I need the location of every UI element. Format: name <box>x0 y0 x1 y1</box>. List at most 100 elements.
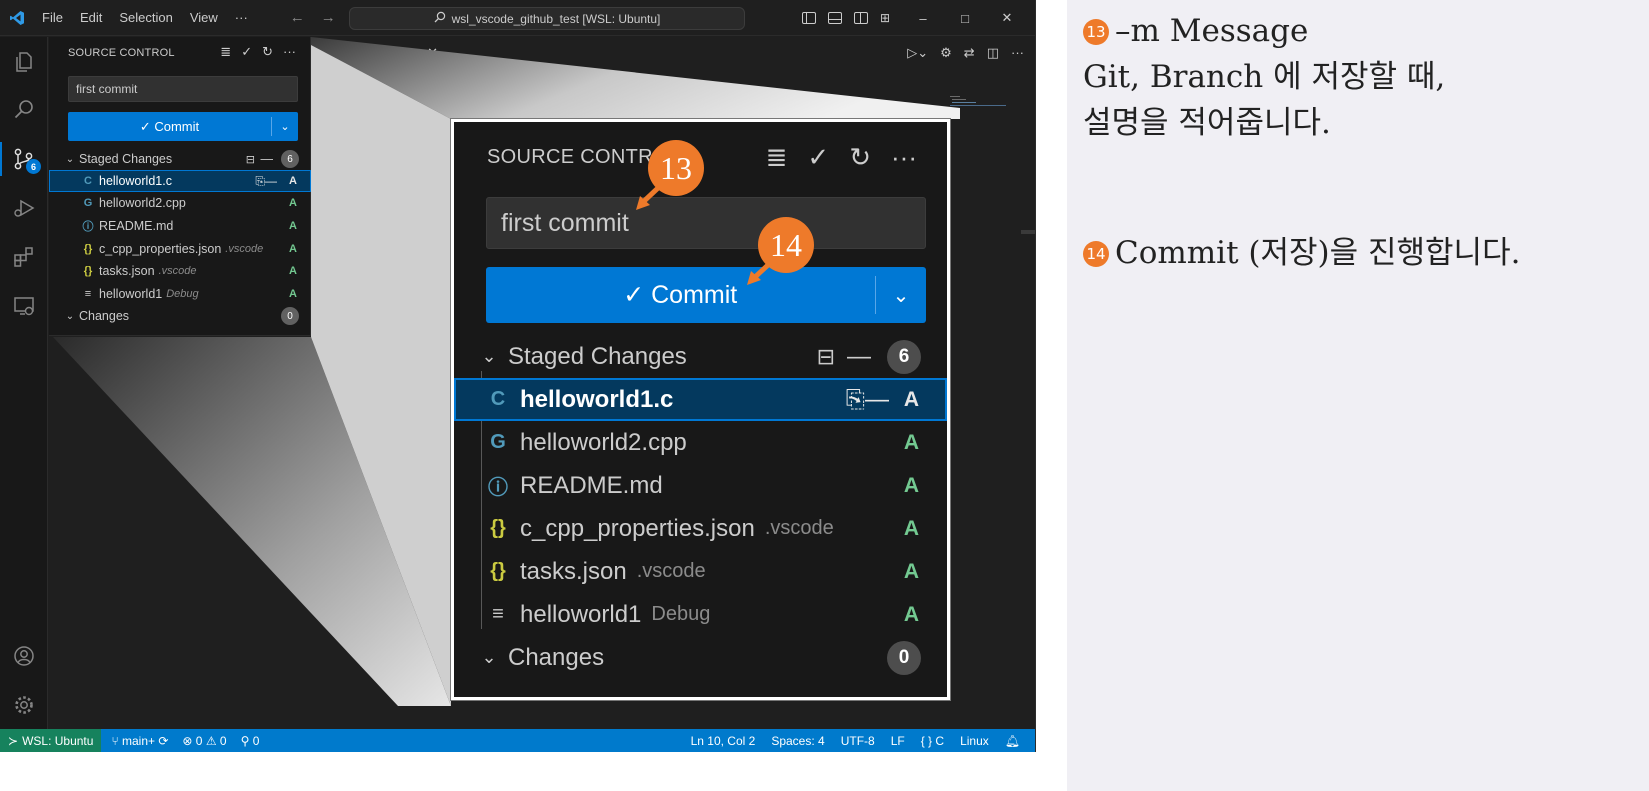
source-control-badge: 6 <box>26 159 41 174</box>
file-row[interactable]: {} tasks.json .vscode A <box>49 260 311 282</box>
refresh-icon[interactable]: ↻ <box>262 44 273 60</box>
os-indicator[interactable]: Linux <box>960 734 989 748</box>
view-as-tree-icon[interactable]: ≣ <box>766 142 788 173</box>
staged-changes-header-zoomed[interactable]: ⌄ Staged Changes ⊟ — 6 <box>454 335 947 378</box>
search-view-icon[interactable] <box>0 87 48 133</box>
menu-file[interactable]: File <box>42 10 63 25</box>
file-row[interactable]: ⓘ README.md A <box>454 464 947 507</box>
sync-icon: ⟳ <box>158 733 169 748</box>
toggle-panel-icon[interactable] <box>827 12 842 24</box>
run-debug-icon[interactable] <box>0 185 48 231</box>
branch-label: main+ <box>121 733 156 748</box>
file-name: helloworld2.cpp <box>520 428 687 456</box>
changes-header-zoomed[interactable]: ⌄ Changes 0 <box>454 636 947 679</box>
file-status: A <box>289 220 297 232</box>
end-of-line[interactable]: LF <box>891 734 905 748</box>
split-editor-icon[interactable]: ◫ <box>987 45 999 61</box>
close-window-button[interactable]: ✕ <box>992 10 1022 26</box>
file-row[interactable]: {} c_cpp_properties.json .vscode A <box>454 507 947 550</box>
file-row[interactable]: C helloworld1.c ⎘— A <box>49 170 311 192</box>
note-14-number: 14 <box>1083 241 1109 267</box>
accounts-icon[interactable] <box>0 633 48 679</box>
file-name: helloworld2.cpp <box>99 196 186 210</box>
close-icon[interactable]: ✕ <box>427 45 438 60</box>
view-as-tree-icon[interactable]: ≣ <box>220 44 231 60</box>
refresh-icon[interactable]: ↻ <box>849 142 871 173</box>
file-row[interactable]: {} c_cpp_properties.json .vscode A <box>49 238 311 260</box>
source-control-view: SOURCE CONTROL ≣ ✓ ↻ ··· first commit ✓ … <box>49 37 311 336</box>
settings-icon[interactable]: ⚙ <box>940 45 952 61</box>
file-row[interactable]: C helloworld1.c ⎘— A <box>454 378 947 421</box>
open-changes-icon[interactable]: ⇄ <box>964 45 975 61</box>
staged-count-badge: 6 <box>281 150 299 168</box>
commit-message-input[interactable]: first commit <box>68 76 298 102</box>
language-mode[interactable]: { } C <box>921 734 944 748</box>
title-bar: File Edit Selection View ··· ← → wsl_vsc… <box>0 0 1035 36</box>
vscode-logo-icon <box>0 10 34 26</box>
notifications-bell-icon[interactable]: 🔔︎ <box>1005 734 1020 748</box>
remote-indicator[interactable]: ≻ WSL: Ubuntu <box>0 729 102 752</box>
file-row[interactable]: G helloworld2.cpp A <box>49 192 311 214</box>
menu-selection[interactable]: Selection <box>119 10 172 25</box>
editor-tab-label: ld1.c <box>390 45 418 60</box>
note-13-line-2: Git, Branch 에 저장할 때, <box>1083 59 1446 95</box>
indentation[interactable]: Spaces: 4 <box>771 734 824 748</box>
file-status: A <box>289 175 297 187</box>
remote-explorer-icon[interactable] <box>0 283 48 329</box>
minimize-button[interactable]: – <box>908 11 938 26</box>
more-actions-icon[interactable]: ··· <box>283 44 296 60</box>
commit-button-zoomed[interactable]: ✓ Commit ⌄ <box>486 267 926 323</box>
chevron-down-icon[interactable]: ⌄ <box>876 283 926 308</box>
callout-14: 14 <box>758 217 814 273</box>
open-file-icon[interactable]: ⎘— <box>255 174 277 189</box>
chevron-down-icon: ⌄ <box>65 153 75 165</box>
extensions-icon[interactable] <box>0 234 48 280</box>
commit-check-icon[interactable]: ✓ <box>807 142 829 173</box>
encoding[interactable]: UTF-8 <box>841 734 875 748</box>
file-row[interactable]: ≡ helloworld1 Debug A <box>454 593 947 636</box>
toggle-primary-sidebar-icon[interactable] <box>801 12 816 24</box>
editor-tab[interactable]: ld1.c ✕ <box>390 45 438 61</box>
chevron-down-icon[interactable]: ⌄ <box>272 120 298 133</box>
branch-item[interactable]: ⑂ main+ ⟳ <box>111 734 168 748</box>
ports-item[interactable]: ⚲ 0 <box>241 734 260 748</box>
unstage-all-icon[interactable]: — <box>261 152 274 166</box>
file-row[interactable]: {} tasks.json .vscode A <box>454 550 947 593</box>
problems-item[interactable]: ⊗ 0 ⚠ 0 <box>182 734 226 748</box>
customize-layout-icon[interactable]: ⊞ <box>880 11 890 25</box>
file-status: A <box>289 197 297 209</box>
maximize-button[interactable]: □ <box>950 11 980 26</box>
menu-view[interactable]: View <box>190 10 218 25</box>
source-control-icon[interactable]: 6 <box>0 136 48 182</box>
open-changes-icon[interactable]: ⊟ <box>246 153 255 166</box>
command-center-search[interactable]: wsl_vscode_github_test [WSL: Ubuntu] <box>349 7 745 30</box>
commit-button[interactable]: ✓ Commit ⌄ <box>68 112 298 141</box>
commit-message-input-zoomed[interactable]: first commit <box>486 197 926 249</box>
file-row[interactable]: ⓘ README.md A <box>49 215 311 237</box>
scrollbar-thumb[interactable] <box>1021 230 1035 234</box>
file-row[interactable]: ≡ helloworld1 Debug A <box>49 283 311 305</box>
back-arrow-icon[interactable]: ← <box>290 9 305 26</box>
explorer-icon[interactable] <box>0 39 48 85</box>
staged-changes-header[interactable]: ⌄ Staged Changes ⊟ — 6 <box>49 148 311 170</box>
forward-arrow-icon[interactable]: → <box>321 9 336 26</box>
chevron-down-icon: ⌄ <box>481 346 497 366</box>
cursor-position[interactable]: Ln 10, Col 2 <box>691 734 756 748</box>
changes-header[interactable]: ⌄ Changes 0 <box>49 305 311 327</box>
commit-check-icon[interactable]: ✓ <box>241 44 252 60</box>
run-icon[interactable]: ▷⌄ <box>907 45 928 61</box>
branch-icon: ⑂ <box>111 733 122 748</box>
unstage-all-icon[interactable]: — <box>847 343 871 371</box>
file-status: A <box>289 265 297 277</box>
open-file-icon[interactable]: ⎘— <box>846 386 889 414</box>
menu-edit[interactable]: Edit <box>80 10 102 25</box>
open-changes-icon[interactable]: ⊟ <box>817 344 835 370</box>
info-file-icon: ⓘ <box>82 221 94 233</box>
more-actions-icon[interactable]: ··· <box>891 142 917 173</box>
more-actions-icon[interactable]: ··· <box>1011 45 1024 61</box>
toggle-secondary-sidebar-icon[interactable] <box>853 12 868 24</box>
commit-button-label: ✓ Commit <box>623 281 738 309</box>
file-row[interactable]: G helloworld2.cpp A <box>454 421 947 464</box>
manage-gear-icon[interactable] <box>0 682 48 728</box>
menu-more[interactable]: ··· <box>235 10 248 25</box>
